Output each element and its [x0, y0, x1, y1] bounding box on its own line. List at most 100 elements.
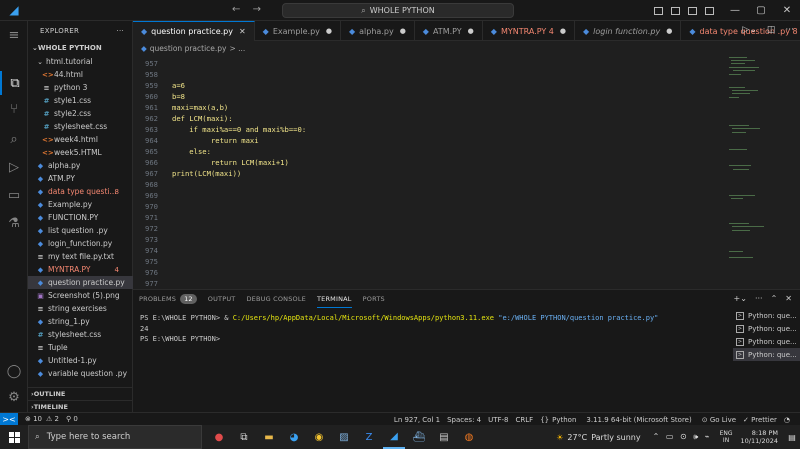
terminal-instance[interactable]: > Python: que... — [733, 322, 800, 335]
editor-tab[interactable]: ◆ MYNTRA.PY 4 ● — [483, 21, 575, 41]
weather-widget[interactable]: ☀ 27°C Partly sunny — [556, 433, 640, 442]
customize-layout-icon[interactable] — [705, 6, 714, 15]
status-language[interactable]: Python — [552, 416, 576, 424]
editor-tab[interactable]: ◆ alpha.py ● — [341, 21, 415, 41]
explorer-file-item[interactable]: ◆ string_1.py — [28, 315, 133, 328]
edge-browser-icon[interactable]: ◕ — [283, 425, 305, 449]
explorer-file-item[interactable]: <> 44.html — [28, 68, 133, 81]
explorer-file-item[interactable]: ≡ string exercises — [28, 302, 133, 315]
unsaved-dot-icon[interactable]: ● — [560, 27, 566, 35]
account-icon[interactable]: ◯ — [0, 359, 28, 383]
workspace-folder[interactable]: ⌄ WHOLE PYTHON — [28, 41, 132, 55]
explorer-file-item[interactable]: ◆ list question .py — [28, 224, 133, 237]
minimize-button[interactable]: — — [722, 5, 748, 16]
tab-output[interactable]: OUTPUT — [208, 290, 236, 308]
chrome-browser-icon[interactable]: ◉ — [308, 425, 330, 449]
close-panel-icon[interactable]: ✕ — [785, 294, 792, 303]
clock[interactable]: 8:18 PM 10/11/2024 — [741, 429, 778, 445]
explorer-file-item[interactable]: ◆ Untitled-1.py — [28, 354, 133, 367]
app-doc-icon[interactable]: ▤ — [433, 425, 455, 449]
layout-panel-icon[interactable] — [671, 6, 680, 15]
outline-section[interactable]: › OUTLINE — [28, 387, 133, 399]
editor-tab[interactable]: ◆ login function.py ● — [575, 21, 682, 41]
firefox-icon[interactable]: ◍ — [458, 425, 480, 449]
status-cursor-position[interactable]: Ln 927, Col 1 — [394, 416, 440, 424]
notification-center-icon[interactable]: ▤ — [784, 433, 800, 442]
explorer-file-item[interactable]: ◆ question practice.py — [28, 276, 133, 289]
split-editor-icon[interactable]: ◫ — [767, 25, 776, 35]
explorer-file-item[interactable]: ≡ Tuple — [28, 341, 133, 354]
explorer-file-item[interactable]: # stylesheet.css — [28, 328, 133, 341]
language-indicator[interactable]: ENG IN — [720, 430, 733, 444]
close-window-button[interactable]: ✕ — [774, 5, 800, 16]
file-explorer-icon[interactable]: ▬ — [258, 425, 280, 449]
timeline-section[interactable]: › TIMELINE — [28, 400, 133, 412]
explorer-file-item[interactable]: ◆ FUNCTION.PY — [28, 211, 133, 224]
start-button[interactable] — [0, 425, 28, 449]
status-interpreter[interactable]: 3.11.9 64-bit (Microsoft Store) — [586, 416, 691, 424]
terminal-output[interactable]: PS E:\WHOLE PYTHON> & C:/Users/hp/AppDat… — [140, 313, 730, 345]
terminal-instance[interactable]: > Python: que... — [733, 335, 800, 348]
tab-debug-console[interactable]: DEBUG CONSOLE — [246, 290, 306, 308]
panel-more-icon[interactable]: ··· — [755, 294, 763, 303]
app-ship-icon[interactable]: ⛴ — [408, 425, 430, 449]
status-prettier[interactable]: ✓ Prettier — [743, 416, 777, 424]
unsaved-dot-icon[interactable]: ● — [400, 27, 406, 35]
unsaved-dot-icon[interactable]: ● — [666, 27, 672, 35]
folder-html-tutorial[interactable]: ⌄ html.tutorial — [28, 55, 133, 68]
notifications-bell-icon[interactable]: ◔ — [784, 416, 790, 424]
source-control-icon[interactable]: ⑂ — [0, 97, 28, 121]
explorer-file-item[interactable]: ≡ python 3 — [28, 81, 133, 94]
unsaved-dot-icon[interactable]: ● — [468, 27, 474, 35]
breadcrumb-file[interactable]: question practice.py — [150, 44, 227, 53]
task-view-icon[interactable]: ⧉ — [233, 425, 255, 449]
tab-terminal[interactable]: TERMINAL — [316, 290, 352, 308]
explorer-file-item[interactable]: <> week5.HTML — [28, 146, 133, 159]
editor-tab[interactable]: ◆ Example.py ● — [255, 21, 341, 41]
tab-problems[interactable]: PROBLEMS 12 — [139, 290, 197, 308]
explorer-file-item[interactable]: ≡ my text file.py.txt — [28, 250, 133, 263]
tab-ports[interactable]: PORTS — [363, 290, 385, 308]
status-errors[interactable]: ⊗ 10 — [25, 415, 42, 423]
status-eol[interactable]: CRLF — [516, 416, 534, 424]
new-terminal-icon[interactable]: +⌄ — [734, 294, 747, 303]
run-file-icon[interactable]: ▷⌄ — [742, 25, 756, 35]
code-editor[interactable]: 957 958 959 a=6 960 b=8 961 maxi=max(a,b) 962 def… — [133, 55, 723, 289]
maximize-panel-icon[interactable]: ⌃ — [771, 294, 778, 303]
vscode-taskbar-icon[interactable]: ◢ — [383, 425, 405, 449]
minimap[interactable] — [723, 55, 800, 289]
back-arrow-icon[interactable]: ← — [232, 4, 240, 15]
terminal-instance[interactable]: > Python: que... — [733, 348, 800, 361]
status-ports[interactable]: ⚲ 0 — [66, 415, 78, 423]
explorer-file-item[interactable]: # style1.css — [28, 94, 133, 107]
run-debug-icon[interactable]: ▷ — [0, 155, 28, 179]
terminal-instance[interactable]: > Python: que... — [733, 309, 800, 322]
explorer-file-item[interactable]: ◆ ATM.PY — [28, 172, 133, 185]
explorer-icon[interactable]: ⧉ — [0, 71, 28, 95]
editor-tab[interactable]: ◆ ATM.PY ● — [415, 21, 483, 41]
explorer-file-item[interactable]: ◆ Example.py — [28, 198, 133, 211]
explorer-file-item[interactable]: ◆ MYNTRA.PY 4 — [28, 263, 133, 276]
status-encoding[interactable]: UTF-8 — [488, 416, 508, 424]
app-z-icon[interactable]: Z — [358, 425, 380, 449]
status-golive[interactable]: ⊙ Go Live — [702, 416, 736, 424]
explorer-file-item[interactable]: ◆ variable question .py — [28, 367, 133, 380]
explorer-file-item[interactable]: <> week4.html — [28, 133, 133, 146]
command-center-search[interactable]: ⌕ WHOLE PYTHON — [282, 3, 514, 18]
widgets-icon[interactable]: ● — [208, 425, 230, 449]
layout-secondary-icon[interactable] — [688, 6, 697, 15]
menu-icon[interactable]: ≡ — [0, 23, 28, 47]
close-tab-icon[interactable]: ✕ — [239, 27, 246, 36]
maximize-button[interactable]: ▢ — [748, 5, 774, 16]
editor-tab[interactable]: ◆ question practice.py ✕ — [133, 21, 255, 41]
forward-arrow-icon[interactable]: → — [253, 4, 261, 15]
breadcrumb-rest[interactable]: > ... — [229, 44, 245, 53]
explorer-file-item[interactable]: ◆ data type questi... 8 — [28, 185, 133, 198]
explorer-file-item[interactable]: ▣ Screenshot (5).png — [28, 289, 133, 302]
explorer-file-item[interactable]: # stylesheet.css — [28, 120, 133, 133]
testing-icon[interactable]: ⚗ — [0, 211, 28, 235]
taskbar-search[interactable]: ⌕ Type here to search — [28, 425, 202, 449]
settings-gear-icon[interactable]: ⚙ — [0, 385, 28, 409]
tray-icons[interactable]: ⌃ ▭ ⊙ 🕪 ⌁ — [653, 432, 712, 442]
editor-more-icon[interactable]: ··· — [785, 25, 794, 35]
